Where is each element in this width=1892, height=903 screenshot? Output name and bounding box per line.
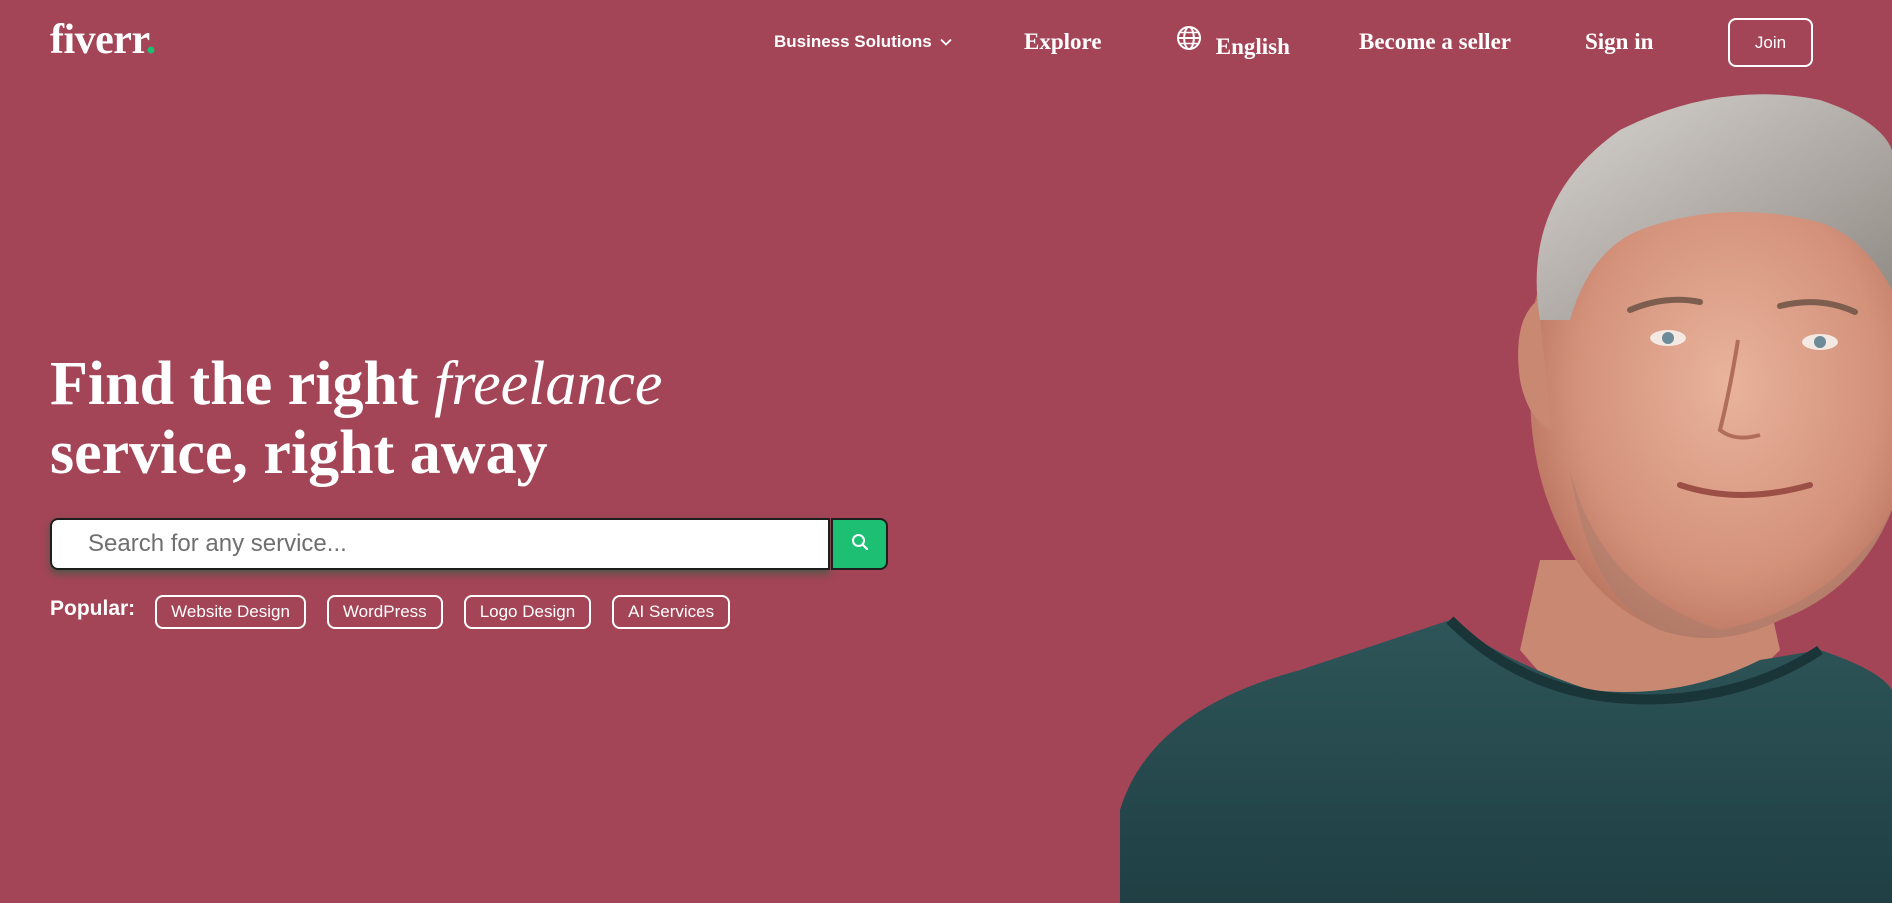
nav-explore[interactable]: Explore [1024, 27, 1102, 57]
hero-portrait-image [1120, 90, 1892, 903]
nav-language-label: English [1215, 34, 1290, 59]
globe-icon [1176, 25, 1202, 59]
nav-business-solutions[interactable]: Business Solutions [774, 26, 953, 57]
popular-tag-logo-design[interactable]: Logo Design [463, 595, 592, 629]
popular-tags: Popular: Website Design WordPress Logo D… [50, 594, 751, 630]
search-input[interactable] [88, 530, 828, 558]
headline-part-2: service, right away [50, 419, 548, 487]
top-nav: Business Solutions Explore English Becom… [0, 0, 1892, 86]
chevron-down-icon [940, 26, 953, 56]
nav-sign-in[interactable]: Sign in [1585, 27, 1653, 57]
search-icon [851, 533, 869, 556]
nav-become-seller[interactable]: Become a seller [1359, 27, 1511, 57]
popular-tag-ai-services[interactable]: AI Services [612, 595, 731, 629]
search-button[interactable] [831, 518, 888, 570]
popular-label: Popular: [50, 597, 136, 620]
hero-headline: Find the right freelance service, right … [50, 350, 662, 488]
headline-part-1: Find the right [50, 350, 435, 418]
search-bar [50, 518, 888, 570]
headline-emphasis: freelance [434, 350, 663, 418]
nav-language[interactable]: English [1176, 24, 1290, 62]
nav-business-solutions-label: Business Solutions [774, 32, 932, 51]
search-input-container [50, 518, 830, 570]
popular-tag-wordpress[interactable]: WordPress [326, 595, 443, 629]
join-button[interactable]: Join [1728, 18, 1813, 67]
popular-tag-website-design[interactable]: Website Design [155, 595, 306, 629]
